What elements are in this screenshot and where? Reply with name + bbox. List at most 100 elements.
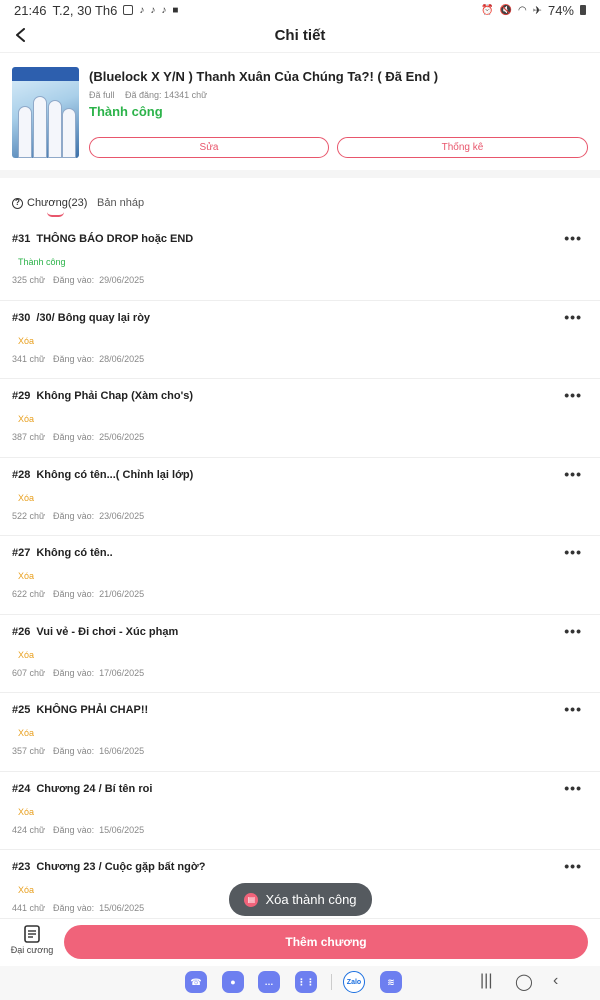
chapter-title: #29 Không Phải Chap (Xàm cho's) xyxy=(12,390,193,402)
more-options-icon[interactable]: ••• xyxy=(564,701,582,717)
more-options-icon[interactable]: ••• xyxy=(564,309,582,325)
chapter-date: 15/06/2025 xyxy=(99,903,145,913)
chapter-title: #31 THÔNG BÁO DROP hoặc END xyxy=(12,233,193,245)
add-chapter-button[interactable]: Thêm chương xyxy=(64,925,588,959)
outline-label: Đại cương xyxy=(10,945,54,955)
chapter-date: 16/06/2025 xyxy=(99,746,145,756)
nav-back-button[interactable]: ‹ xyxy=(553,972,558,990)
chapter-date: 25/06/2025 xyxy=(99,432,145,442)
chapter-row[interactable]: #27 Không có tên.. ••• Xóa 622 chữ Đăng vào: 2… xyxy=(0,536,600,615)
more-options-icon[interactable]: ••• xyxy=(564,623,582,639)
chapter-number: #24 xyxy=(12,782,31,795)
tab-drafts[interactable]: Bản nháp xyxy=(97,197,144,209)
chapter-title-text: /30/ Bông quay lại ròy xyxy=(36,311,151,324)
top-nav: Chi tiết xyxy=(0,20,600,50)
chapter-row[interactable]: #25 KHÔNG PHẢI CHAP!! ••• Xóa 357 chữ Đăng và… xyxy=(0,693,600,772)
chapter-row[interactable]: #24 Chương 24 / Bí tên roi ••• Xóa 424 chữ Đă… xyxy=(0,772,600,850)
toast-message: Xóa thành công xyxy=(265,892,357,907)
phone-app-icon[interactable]: ☎ xyxy=(185,971,207,993)
chapter-meta: 387 chữ Đăng vào: 25/06/2025 xyxy=(12,432,144,442)
chapter-meta: 441 chữ Đăng vào: 15/06/2025 xyxy=(12,903,144,913)
more-options-icon[interactable]: ••• xyxy=(564,387,582,403)
chapter-word-count: 387 chữ xyxy=(12,432,46,442)
chapter-word-count: 622 chữ xyxy=(12,589,46,599)
status-bar: 21:46 T.2, 30 Th6 ♪ ♪ ♪ ■ ⏰ 🔇 ◠ ✈ 74% xyxy=(0,0,600,20)
more-options-icon[interactable]: ••• xyxy=(564,780,582,796)
zalo-app-icon[interactable]: Zalo xyxy=(343,971,365,993)
messages-app-icon[interactable]: … xyxy=(258,971,280,993)
chapter-status: Xóa xyxy=(18,414,35,424)
tiktok-icon: ♪ xyxy=(161,4,167,16)
home-button[interactable]: ◯ xyxy=(515,972,533,992)
story-header: (Bluelock X Y/N ) Thanh Xuân Của Chúng T… xyxy=(0,52,600,170)
chapter-row[interactable]: #30/30/ Bông quay lại ròy ••• Xóa 341 chữ Đă… xyxy=(0,301,600,379)
more-options-icon[interactable]: ••• xyxy=(564,230,582,246)
page-title: Chi tiết xyxy=(274,26,326,44)
more-options-icon[interactable]: ••• xyxy=(564,858,582,874)
back-button[interactable] xyxy=(8,22,34,48)
chapter-posted-label: Đăng vào: xyxy=(53,746,95,756)
chapter-number: #23 xyxy=(12,861,31,873)
chapter-posted-label: Đăng vào: xyxy=(53,589,95,599)
chapter-word-count: 522 chữ xyxy=(12,510,46,521)
chapter-posted-label: Đăng vào: xyxy=(53,353,95,364)
chapter-title-text: Không có tên...( Chỉnh lại lớp) xyxy=(36,468,194,481)
chapter-title-text: Không có tên.. xyxy=(36,547,113,559)
chapter-meta: 622 chữ Đăng vào: 21/06/2025 xyxy=(12,589,144,599)
chapter-title: #28 Không có tên...( Chỉnh lại lớp) xyxy=(12,469,193,481)
chapter-title: #30/30/ Bông quay lại ròy xyxy=(12,312,150,324)
chapter-status: Thành công xyxy=(18,257,66,267)
story-word-count: Đã đăng: 14341 chữ xyxy=(125,90,208,100)
story-cover-image[interactable] xyxy=(12,67,79,158)
chapter-number: #28 xyxy=(12,468,31,481)
chapter-row[interactable]: #29 Không Phải Chap (Xàm cho's) ••• Xóa 387 … xyxy=(0,379,600,458)
status-time: 21:46 xyxy=(14,2,47,18)
outline-button[interactable]: Đại cương xyxy=(8,925,56,963)
chapter-row[interactable]: #28 Không có tên...( Chỉnh lại lớp) ••• Xóa… xyxy=(0,458,600,536)
chapter-meta: 607 chữ Đăng vào: 17/06/2025 xyxy=(12,668,144,678)
chapter-date: 17/06/2025 xyxy=(99,667,145,678)
tab-chapters-label: Chương(23) xyxy=(27,197,88,209)
chapter-title-text: THÔNG BÁO DROP hoặc END xyxy=(36,233,194,245)
chapter-word-count: 325 chữ xyxy=(12,275,46,285)
mute-icon: 🔇 xyxy=(499,4,513,16)
chapter-date: 28/06/2025 xyxy=(99,353,145,364)
chapter-posted-label: Đăng vào: xyxy=(53,510,95,521)
stats-button[interactable]: Thống kê xyxy=(337,137,588,158)
more-options-icon[interactable]: ••• xyxy=(564,544,582,560)
story-title: (Bluelock X Y/N ) Thanh Xuân Của Chúng T… xyxy=(89,69,439,84)
cover-figure xyxy=(62,108,76,158)
chapter-posted-label: Đăng vào: xyxy=(53,275,95,285)
tab-active-indicator xyxy=(47,212,64,217)
contacts-app-icon[interactable]: ● xyxy=(222,971,244,993)
back-arrow-icon xyxy=(16,28,25,42)
chapter-status: Xóa xyxy=(18,885,35,895)
chapter-status: Xóa xyxy=(18,649,35,660)
notification-icon xyxy=(123,5,134,15)
voice-recorder-app-icon[interactable]: ≋ xyxy=(380,971,402,993)
chapter-title-text: Chương 24 / Bí tên roi xyxy=(36,782,153,795)
chapter-date: 21/06/2025 xyxy=(99,589,145,599)
more-options-icon[interactable]: ••• xyxy=(564,466,582,482)
chapter-number: #25 xyxy=(12,704,31,716)
chapter-meta: 522 chữ Đăng vào: 23/06/2025 xyxy=(12,511,144,521)
story-status: Thành công xyxy=(89,104,163,119)
system-nav-bar: ☎ ● … ⋮⋮ Zalo ≋ ||| ◯ ‹ xyxy=(0,966,600,1000)
tiktok-icon: ♪ xyxy=(150,4,156,16)
chapter-title: #26 Vui vẻ - Đi chơi - Xúc phạm xyxy=(12,626,178,638)
chapter-status: Xóa xyxy=(18,728,35,738)
question-icon: ? xyxy=(12,197,23,209)
chapter-posted-label: Đăng vào: xyxy=(53,903,95,913)
bottom-action-bar: Đại cương Thêm chương xyxy=(0,918,600,966)
edit-button[interactable]: Sửa xyxy=(89,137,329,158)
chapter-number: #30 xyxy=(12,311,31,324)
chapter-word-count: 357 chữ xyxy=(12,746,46,756)
tab-chapters[interactable]: ? Chương(23) xyxy=(12,197,87,209)
apps-grid-icon[interactable]: ⋮⋮ xyxy=(295,971,317,993)
chapter-row[interactable]: #26 Vui vẻ - Đi chơi - Xúc phạm ••• Xóa 607 … xyxy=(0,615,600,693)
tab-bar: ? Chương(23) Bản nháp xyxy=(0,190,600,220)
chapter-row[interactable]: #31 THÔNG BÁO DROP hoặc END ••• Thành công 3… xyxy=(0,222,600,301)
cover-figure xyxy=(18,106,32,158)
chapter-meta: 341 chữ Đăng vào: 28/06/2025 xyxy=(12,354,144,364)
recent-apps-button[interactable]: ||| xyxy=(480,972,492,990)
